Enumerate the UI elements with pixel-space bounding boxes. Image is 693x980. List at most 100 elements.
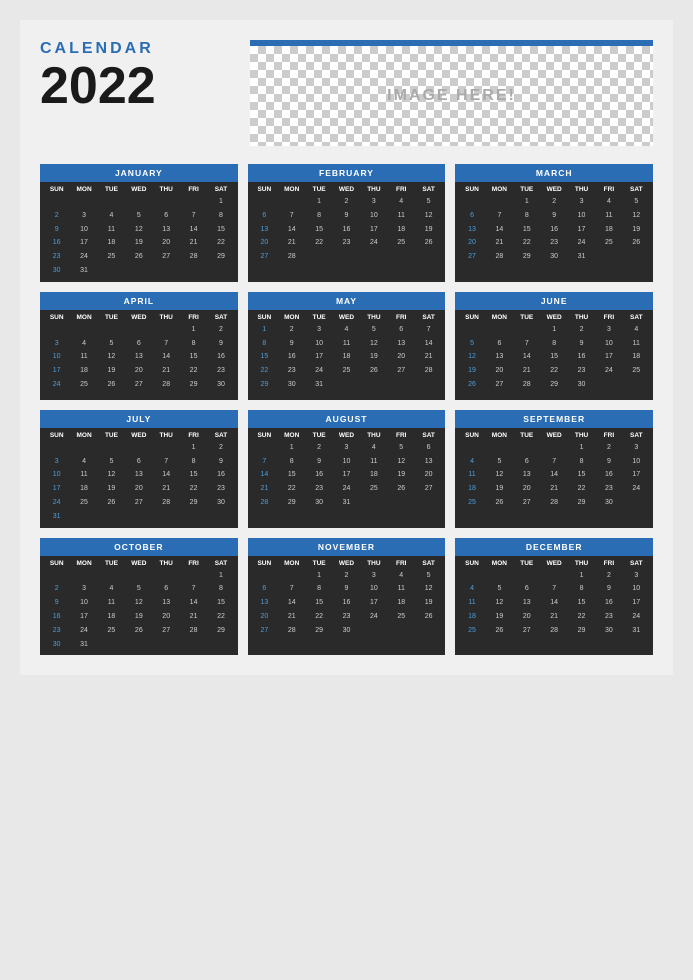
day-cell: [125, 195, 152, 209]
day-cell: 17: [305, 350, 332, 364]
day-cell: 8: [305, 209, 332, 223]
day-cell: [568, 638, 595, 642]
day-cell: [540, 510, 567, 514]
day-cell: 15: [251, 350, 278, 364]
day-cell: 11: [333, 337, 360, 351]
day-cell: 15: [207, 223, 234, 237]
day-cell: [623, 392, 650, 396]
day-header: MON: [278, 184, 305, 195]
day-cell: 12: [98, 468, 125, 482]
day-cell: 21: [180, 236, 207, 250]
day-cell: [623, 264, 650, 268]
day-cell: 5: [125, 209, 152, 223]
day-cell: [125, 323, 152, 337]
day-cell: [513, 569, 540, 583]
day-cell: 9: [333, 582, 360, 596]
day-cell: [98, 392, 125, 396]
day-header: SUN: [458, 312, 485, 323]
day-cell: [568, 264, 595, 268]
day-header: TUE: [98, 312, 125, 323]
day-cell: [415, 250, 442, 264]
day-cell: 18: [458, 482, 485, 496]
day-cell: [251, 569, 278, 583]
day-cell: 22: [251, 364, 278, 378]
day-header: SUN: [251, 312, 278, 323]
day-cell: 10: [70, 223, 97, 237]
day-cell: [568, 392, 595, 396]
day-cell: 14: [415, 337, 442, 351]
day-cell: 5: [415, 569, 442, 583]
day-cell: [360, 392, 387, 396]
day-cell: [43, 441, 70, 455]
day-cell: [305, 510, 332, 514]
day-cell: [207, 264, 234, 278]
day-cell: 4: [98, 582, 125, 596]
day-cell: 27: [513, 496, 540, 510]
day-cell: [513, 392, 540, 396]
month-grid: SUNMONTUEWEDTHUFRISAT1234567891011121314…: [40, 428, 238, 528]
day-cell: [623, 496, 650, 510]
day-header: TUE: [305, 558, 332, 569]
day-header: THU: [153, 430, 180, 441]
day-header: SUN: [458, 184, 485, 195]
day-cell: 3: [360, 569, 387, 583]
day-cell: 2: [43, 209, 70, 223]
day-cell: [98, 638, 125, 652]
day-cell: 16: [568, 350, 595, 364]
month-header: JULY: [40, 410, 238, 428]
day-cell: 28: [513, 378, 540, 392]
day-cell: 14: [486, 223, 513, 237]
day-header: SAT: [415, 184, 442, 195]
day-header: FRI: [388, 430, 415, 441]
day-cell: 6: [513, 582, 540, 596]
day-cell: 11: [98, 223, 125, 237]
day-cell: 16: [333, 223, 360, 237]
day-cell: [251, 441, 278, 455]
day-cell: 24: [70, 250, 97, 264]
day-cell: 1: [568, 441, 595, 455]
day-cell: [333, 250, 360, 264]
day-header: WED: [333, 430, 360, 441]
header-right: IMAGE HERE!: [250, 40, 653, 146]
day-header: WED: [125, 184, 152, 195]
day-cell: 2: [207, 323, 234, 337]
day-header: FRI: [595, 312, 622, 323]
day-cell: 12: [458, 350, 485, 364]
day-cell: [305, 638, 332, 642]
day-header: TUE: [98, 558, 125, 569]
day-cell: 10: [43, 350, 70, 364]
day-cell: 21: [278, 236, 305, 250]
day-cell: 23: [540, 236, 567, 250]
day-cell: 20: [388, 350, 415, 364]
day-cell: 21: [180, 610, 207, 624]
day-header: FRI: [595, 558, 622, 569]
day-cell: 4: [360, 441, 387, 455]
day-cell: 24: [333, 482, 360, 496]
day-cell: 22: [278, 482, 305, 496]
day-cell: [513, 323, 540, 337]
day-cell: 18: [595, 223, 622, 237]
day-cell: 30: [595, 496, 622, 510]
month-block-october: OCTOBERSUNMONTUEWEDTHUFRISAT123456789101…: [40, 538, 238, 656]
day-header: SUN: [458, 430, 485, 441]
day-header: TUE: [98, 430, 125, 441]
day-cell: 28: [180, 624, 207, 638]
day-cell: 26: [125, 250, 152, 264]
day-cell: 1: [278, 441, 305, 455]
day-header: SAT: [623, 558, 650, 569]
day-cell: 17: [43, 364, 70, 378]
day-cell: 11: [388, 582, 415, 596]
day-cell: [70, 441, 97, 455]
day-cell: [207, 392, 234, 396]
day-cell: 14: [540, 596, 567, 610]
day-header: MON: [278, 312, 305, 323]
day-cell: 16: [43, 236, 70, 250]
day-cell: 4: [458, 455, 485, 469]
day-cell: [153, 195, 180, 209]
day-cell: 23: [43, 624, 70, 638]
day-cell: 17: [623, 468, 650, 482]
day-cell: 31: [43, 510, 70, 524]
day-cell: 14: [180, 223, 207, 237]
day-cell: 15: [207, 596, 234, 610]
day-header: TUE: [513, 184, 540, 195]
